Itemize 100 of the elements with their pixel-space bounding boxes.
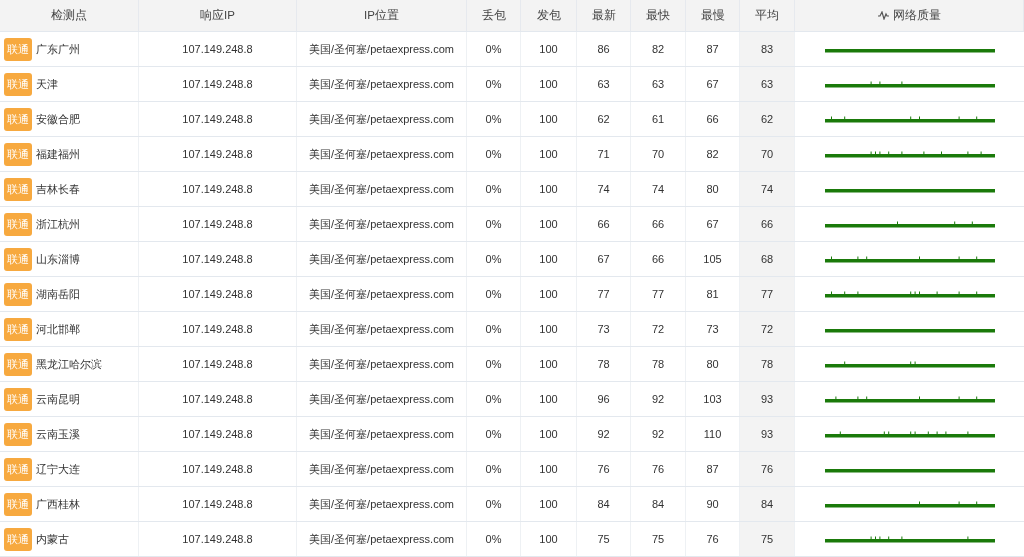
isp-badge: 联通 — [4, 387, 32, 411]
table-cell: 美国/圣何塞/petaexpress.com — [297, 312, 467, 346]
table-cell: 0% — [467, 452, 521, 486]
table-cell: 62 — [577, 102, 631, 136]
table-cell: 93 — [740, 417, 795, 451]
node-name: 河北邯郸 — [36, 321, 80, 337]
table-cell: 100 — [521, 102, 577, 136]
table-cell: 美国/圣何塞/petaexpress.com — [297, 522, 467, 556]
table-cell: 0% — [467, 522, 521, 556]
table-cell: 美国/圣何塞/petaexpress.com — [297, 382, 467, 416]
table-cell: 0% — [467, 417, 521, 451]
table-cell: 100 — [521, 172, 577, 206]
node-name: 福建福州 — [36, 146, 80, 162]
table-cell: 100 — [521, 207, 577, 241]
table-cell: 63 — [740, 67, 795, 101]
table-cell: 72 — [740, 312, 795, 346]
table-cell: 96 — [577, 382, 631, 416]
table-cell: 63 — [631, 67, 686, 101]
table-cell: 63 — [577, 67, 631, 101]
table-cell: 107.149.248.8 — [139, 417, 297, 451]
column-header: 最快 — [631, 0, 686, 31]
table-cell: 84 — [740, 487, 795, 521]
table-cell: 0% — [467, 67, 521, 101]
isp-badge: 联通 — [4, 247, 32, 271]
node-name: 吉林长春 — [36, 181, 80, 197]
table-cell: 0% — [467, 347, 521, 381]
table-cell: 76 — [631, 452, 686, 486]
node-name: 黑龙江哈尔滨 — [36, 356, 102, 372]
column-header: 网络质量 — [795, 0, 1024, 31]
table-cell: 66 — [631, 242, 686, 276]
table-cell: 66 — [740, 207, 795, 241]
table-cell: 107.149.248.8 — [139, 487, 297, 521]
isp-badge: 联通 — [4, 352, 32, 376]
table-cell: 107.149.248.8 — [139, 277, 297, 311]
table-cell: 84 — [631, 487, 686, 521]
table-cell: 美国/圣何塞/petaexpress.com — [297, 487, 467, 521]
table-cell: 92 — [577, 417, 631, 451]
table-cell: 100 — [521, 347, 577, 381]
table-cell: 107.149.248.8 — [139, 67, 297, 101]
table-cell: 美国/圣何塞/petaexpress.com — [297, 347, 467, 381]
table-cell: 107.149.248.8 — [139, 207, 297, 241]
table-cell: 107.149.248.8 — [139, 102, 297, 136]
node-name: 天津 — [36, 76, 58, 92]
table-cell: 0% — [467, 32, 521, 66]
node-name: 内蒙古 — [36, 531, 69, 547]
table-cell: 107.149.248.8 — [139, 347, 297, 381]
table-cell: 70 — [740, 137, 795, 171]
table-cell: 61 — [631, 102, 686, 136]
table-cell: 72 — [631, 312, 686, 346]
table-cell: 107.149.248.8 — [139, 242, 297, 276]
node-name: 广西桂林 — [36, 496, 80, 512]
node-name: 广东广州 — [36, 41, 80, 57]
table-cell: 107.149.248.8 — [139, 32, 297, 66]
column-header: 响应IP — [139, 0, 297, 31]
table-cell: 78 — [631, 347, 686, 381]
isp-badge: 联通 — [4, 317, 32, 341]
isp-badge: 联通 — [4, 177, 32, 201]
column-header: IP位置 — [297, 0, 467, 31]
table-cell: 75 — [631, 522, 686, 556]
table-cell: 0% — [467, 242, 521, 276]
isp-badge: 联通 — [4, 282, 32, 306]
table-cell: 美国/圣何塞/petaexpress.com — [297, 277, 467, 311]
table-cell: 74 — [740, 172, 795, 206]
node-name: 安徽合肥 — [36, 111, 80, 127]
isp-badge: 联通 — [4, 492, 32, 516]
table-cell: 100 — [521, 487, 577, 521]
node-name: 辽宁大连 — [36, 461, 80, 477]
table-cell: 77 — [631, 277, 686, 311]
table-cell: 美国/圣何塞/petaexpress.com — [297, 32, 467, 66]
isp-badge: 联通 — [4, 212, 32, 236]
table-cell: 100 — [521, 32, 577, 66]
node-name: 浙江杭州 — [36, 216, 80, 232]
table-cell: 75 — [740, 522, 795, 556]
isp-badge: 联通 — [4, 72, 32, 96]
table-cell: 75 — [577, 522, 631, 556]
table-cell: 0% — [467, 312, 521, 346]
table-cell: 67 — [577, 242, 631, 276]
table-cell: 77 — [577, 277, 631, 311]
pulse-icon — [877, 11, 889, 20]
table-cell: 107.149.248.8 — [139, 312, 297, 346]
table-cell: 84 — [577, 487, 631, 521]
table-cell: 100 — [521, 382, 577, 416]
node-name: 云南玉溪 — [36, 426, 80, 442]
isp-badge: 联通 — [4, 142, 32, 166]
table-cell: 78 — [577, 347, 631, 381]
node-name: 湖南岳阳 — [36, 286, 80, 302]
table-cell: 0% — [467, 102, 521, 136]
table-cell: 66 — [577, 207, 631, 241]
table-cell: 100 — [521, 277, 577, 311]
column-header: 发包 — [521, 0, 577, 31]
table-cell: 100 — [521, 67, 577, 101]
table-cell: 美国/圣何塞/petaexpress.com — [297, 452, 467, 486]
table-cell: 100 — [521, 312, 577, 346]
table-cell: 100 — [521, 137, 577, 171]
table-cell: 107.149.248.8 — [139, 137, 297, 171]
column-header: 检测点 — [0, 0, 139, 31]
isp-badge: 联通 — [4, 422, 32, 446]
column-header: 最新 — [577, 0, 631, 31]
table-cell: 73 — [577, 312, 631, 346]
table-cell: 0% — [467, 172, 521, 206]
